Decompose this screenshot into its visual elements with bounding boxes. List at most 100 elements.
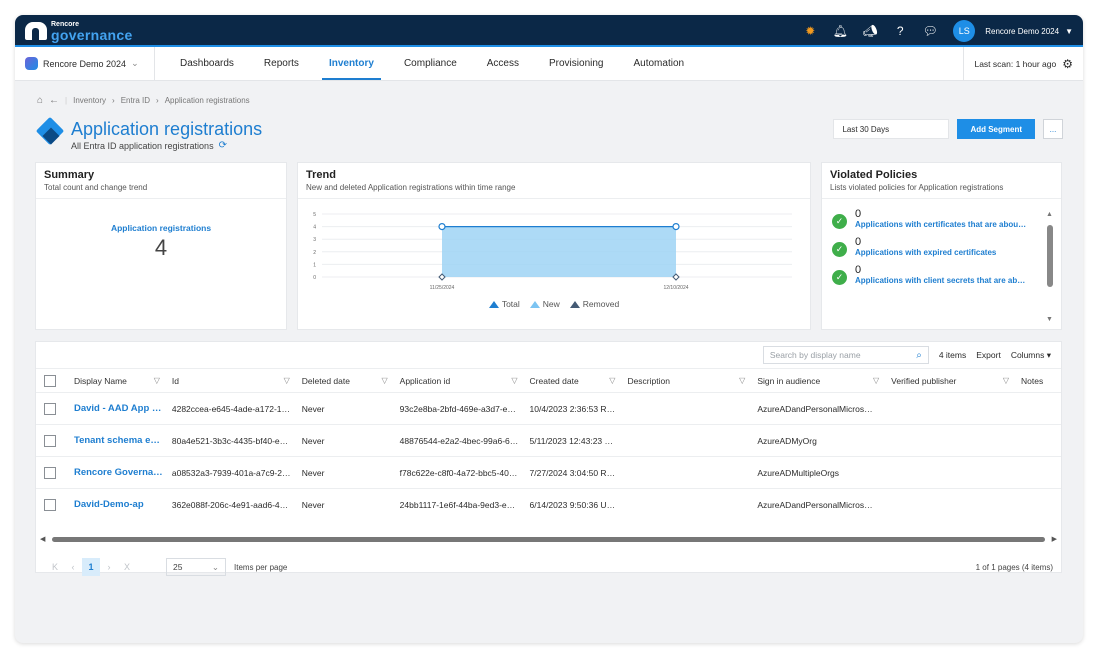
total-point <box>672 223 680 231</box>
filter-icon[interactable]: ▽ <box>511 376 517 385</box>
policy-label[interactable]: Applications with expired certificates <box>855 248 1035 257</box>
filter-icon[interactable]: ▽ <box>154 376 160 385</box>
notification-bell-icon[interactable]: 🔔︎ <box>833 24 848 38</box>
filter-icon[interactable]: ▽ <box>609 376 615 385</box>
policies-scrollbar[interactable]: ▲ ▼ <box>1046 211 1053 323</box>
search-icon[interactable]: ⌕ <box>916 350 922 361</box>
feedback-chat-icon[interactable]: 💬︎ <box>923 24 938 38</box>
row-checkbox[interactable] <box>44 466 56 479</box>
tab-reports[interactable]: Reports <box>249 47 314 80</box>
scroll-down-icon[interactable]: ▼ <box>1046 316 1053 323</box>
trend-subtitle: New and deleted Application registration… <box>306 183 516 192</box>
row-checkbox[interactable] <box>44 434 56 447</box>
check-circle-icon: ✓ <box>832 242 847 257</box>
column-header[interactable]: Application id ▽ <box>394 376 524 386</box>
tab-automation[interactable]: Automation <box>618 47 699 80</box>
select-all-checkbox[interactable] <box>44 374 56 387</box>
table-cell: 48876544-e2a2-4bec-99a6-6… <box>399 435 519 446</box>
tab-provisioning[interactable]: Provisioning <box>534 47 618 80</box>
scroll-up-icon[interactable]: ▲ <box>1046 211 1053 218</box>
column-header[interactable]: Created date ▽ <box>524 376 622 386</box>
more-options-button[interactable]: ... <box>1043 119 1063 139</box>
row-checkbox[interactable] <box>44 498 56 511</box>
tab-inventory[interactable]: Inventory <box>314 47 389 80</box>
table-cell: Never <box>301 435 325 446</box>
announcement-megaphone-icon[interactable]: 📣︎ <box>863 24 878 38</box>
filter-icon[interactable]: ▽ <box>1003 376 1009 385</box>
column-header[interactable]: Sign in audience ▽ <box>751 376 885 386</box>
policy-label[interactable]: Applications with client secrets that ar… <box>855 276 1035 285</box>
scroll-left-icon[interactable]: ◀ <box>40 535 45 543</box>
filter-icon[interactable]: ▽ <box>382 376 388 385</box>
legend-removed[interactable]: Removed <box>569 299 619 309</box>
brand-logo[interactable]: Rencore governance <box>25 21 133 42</box>
table-cell: 24bb1117-1e6f-44ba-9ed3-e… <box>399 499 516 510</box>
table-row[interactable]: David - AAD App … 4282ccea-e645-4ade-a172… <box>36 392 1061 424</box>
tab-access[interactable]: Access <box>472 47 534 80</box>
tenant-selector[interactable]: Rencore Demo 2024 ⌄ <box>25 47 155 80</box>
policy-item[interactable]: ✓ 0 Applications with certificates that a… <box>822 208 1061 229</box>
display-name-link[interactable]: Rencore Governa… <box>68 467 166 478</box>
summary-value: 4 <box>154 235 168 260</box>
last-page-button[interactable]: X <box>118 558 136 576</box>
next-page-button[interactable]: › <box>100 558 118 576</box>
y-tick-label: 5 <box>313 212 316 218</box>
breadcrumb-entra-id[interactable]: Entra ID <box>121 96 150 105</box>
history-icon[interactable]: ⟳ <box>219 140 227 151</box>
legend-total[interactable]: Total <box>488 299 520 309</box>
date-range-select[interactable]: Last 30 Days <box>833 119 950 139</box>
column-header[interactable]: Id ▽ <box>166 376 296 386</box>
columns-button[interactable]: Columns ▾ <box>1011 350 1051 361</box>
policy-label[interactable]: Applications with certificates that are … <box>855 220 1035 229</box>
table-row[interactable]: Tenant schema e… 80a4e521-3b3c-4435-bf40-… <box>36 424 1061 456</box>
filter-icon[interactable]: ▽ <box>284 376 290 385</box>
table-cell: AzureADandPersonalMicros… <box>757 499 873 510</box>
table-row[interactable]: David-Demo-ap 362e088f-206c-4e91-aad6-4… N… <box>36 488 1061 520</box>
export-button[interactable]: Export <box>976 350 1001 360</box>
settings-cog-icon[interactable]: ✹ <box>803 24 817 38</box>
scroll-right-icon[interactable]: ▶ <box>1052 535 1057 543</box>
search-input[interactable]: Search by display name ⌕ <box>762 346 929 364</box>
tab-compliance[interactable]: Compliance <box>389 47 472 80</box>
filter-icon[interactable]: ▽ <box>739 376 745 385</box>
display-name-link[interactable]: David-Demo-ap <box>68 499 166 510</box>
help-icon[interactable]: ? <box>893 24 907 38</box>
page-number-button[interactable]: 1 <box>82 558 100 576</box>
filter-icon[interactable]: ▽ <box>873 376 879 385</box>
display-name-link[interactable]: Tenant schema e… <box>68 435 166 446</box>
tab-dashboards[interactable]: Dashboards <box>165 47 249 80</box>
column-header[interactable]: Verified publisher ▽ <box>885 376 1015 386</box>
total-point <box>438 223 446 231</box>
table-header-row: Display Name ▽ Id ▽ Deleted date ▽ Application… <box>36 368 1061 392</box>
column-header[interactable]: Display Name ▽ <box>68 376 166 386</box>
first-page-button[interactable]: K <box>46 558 64 576</box>
app-window: Rencore governance ✹ 🔔︎ 📣︎ ? 💬︎ LS Renco… <box>15 15 1083 643</box>
column-header[interactable]: Deleted date ▽ <box>296 376 394 386</box>
prev-page-button[interactable]: ‹ <box>64 558 82 576</box>
legend-new[interactable]: New <box>529 299 560 309</box>
column-header[interactable]: Notes <box>1015 376 1061 386</box>
home-icon[interactable]: ⌂ <box>37 95 43 106</box>
display-name-link[interactable]: David - AAD App … <box>68 403 166 414</box>
column-header[interactable]: Description ▽ <box>621 376 751 386</box>
trend-card: Trend New and deleted Application regist… <box>297 162 811 330</box>
add-segment-button[interactable]: Add Segment <box>957 119 1035 139</box>
nav-tabs: Dashboards Reports Inventory Compliance … <box>165 47 699 80</box>
table-cell: 362e088f-206c-4e91-aad6-4… <box>171 499 289 510</box>
brand-big: governance <box>51 26 133 43</box>
gear-icon[interactable]: ⚙ <box>1062 57 1073 71</box>
back-arrow-icon[interactable]: ← <box>49 95 59 106</box>
user-menu[interactable]: LS Rencore Demo 2024 ▼ <box>953 20 1073 42</box>
table-row[interactable]: Rencore Governa… a08532a3-7939-401a-a7c9-… <box>36 456 1061 488</box>
table-cell: 6/14/2023 9:50:36 U… <box>529 499 616 510</box>
breadcrumb-inventory[interactable]: Inventory <box>73 96 106 105</box>
violated-subtitle: Lists violated policies for Application … <box>830 183 1004 192</box>
table-cell: a08532a3-7939-401a-a7c9-2… <box>171 467 291 478</box>
per-page-select[interactable]: 25 ⌄ <box>166 558 226 576</box>
policy-item[interactable]: ✓ 0 Applications with client secrets that… <box>822 264 1061 285</box>
row-checkbox[interactable] <box>44 402 56 415</box>
table-horizontal-scrollbar[interactable]: ◀ ▶ <box>40 536 1057 544</box>
y-tick-label: 2 <box>313 250 316 256</box>
policy-item[interactable]: ✓ 0 Applications with expired certificate… <box>822 236 1061 257</box>
summary-label[interactable]: Application registrations <box>36 223 286 233</box>
